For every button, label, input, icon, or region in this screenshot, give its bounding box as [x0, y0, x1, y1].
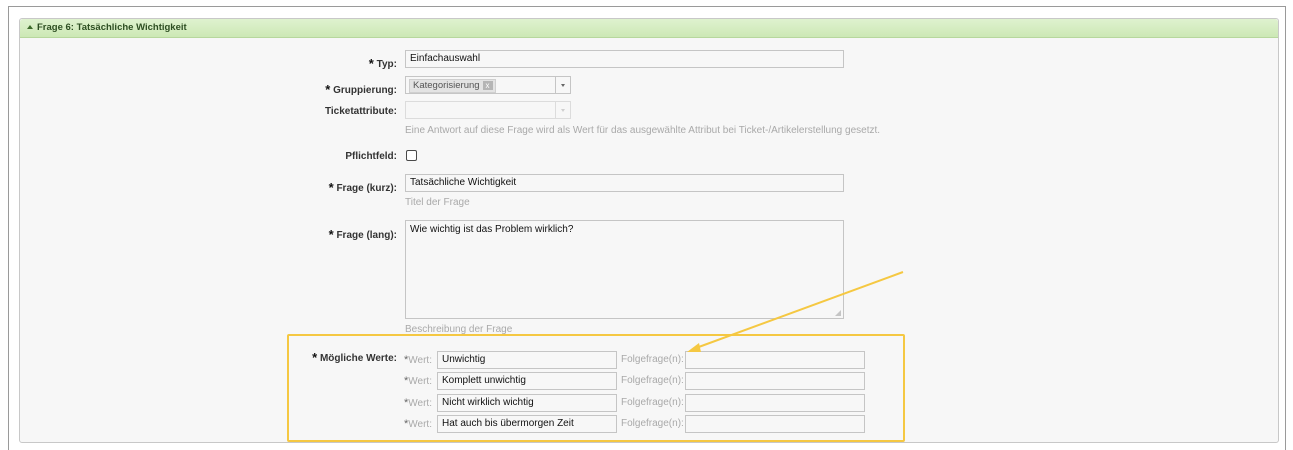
annotation-arrow-icon [687, 271, 904, 352]
